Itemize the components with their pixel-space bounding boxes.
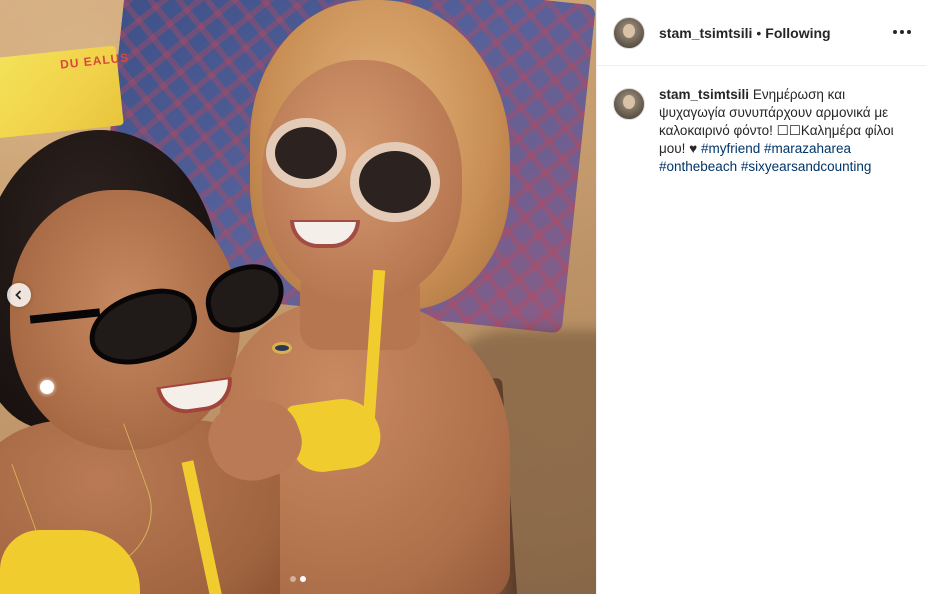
more-dot (900, 30, 904, 34)
following-button[interactable]: Following (765, 25, 830, 41)
person-right-sunglasses-right (350, 142, 440, 222)
post-header: stam_tsimtsili • Following (597, 0, 926, 66)
caption-text: stam_tsimtsili Ενημέρωση και ψυχαγωγία σ… (659, 86, 909, 176)
hashtag-link[interactable]: #sixyearsandcounting (741, 159, 872, 174)
caption-avatar[interactable] (613, 88, 645, 120)
caption-username[interactable]: stam_tsimtsili (659, 87, 749, 102)
caption-comment: stam_tsimtsili Ενημέρωση και ψυχαγωγία σ… (597, 66, 926, 176)
carousel-dot-1 (290, 576, 296, 582)
hashtag-link[interactable]: #marazaharea (764, 141, 851, 156)
carousel-indicator (0, 576, 596, 582)
hashtag-link[interactable]: #myfriend (701, 141, 760, 156)
post-photo[interactable]: DU EALUS (0, 0, 596, 594)
carousel-prev-button[interactable] (7, 283, 31, 307)
hashtag-link[interactable]: #onthebeach (659, 159, 737, 174)
post-viewer: DU EALUS stam_tsimtsili • Following stam… (0, 0, 926, 594)
chevron-left-icon (15, 290, 22, 300)
avatar[interactable] (613, 16, 645, 49)
more-dot (907, 30, 911, 34)
earring (40, 380, 54, 394)
more-dot (893, 30, 897, 34)
person-right-sunglasses-left (266, 118, 346, 188)
post-side-panel: stam_tsimtsili • Following stam_tsimtsil… (596, 0, 926, 594)
header-username[interactable]: stam_tsimtsili (659, 25, 752, 41)
eye-pendant (272, 342, 292, 354)
carousel-dot-2 (300, 576, 306, 582)
more-options-icon[interactable] (890, 22, 914, 42)
separator-dot: • (756, 24, 762, 41)
